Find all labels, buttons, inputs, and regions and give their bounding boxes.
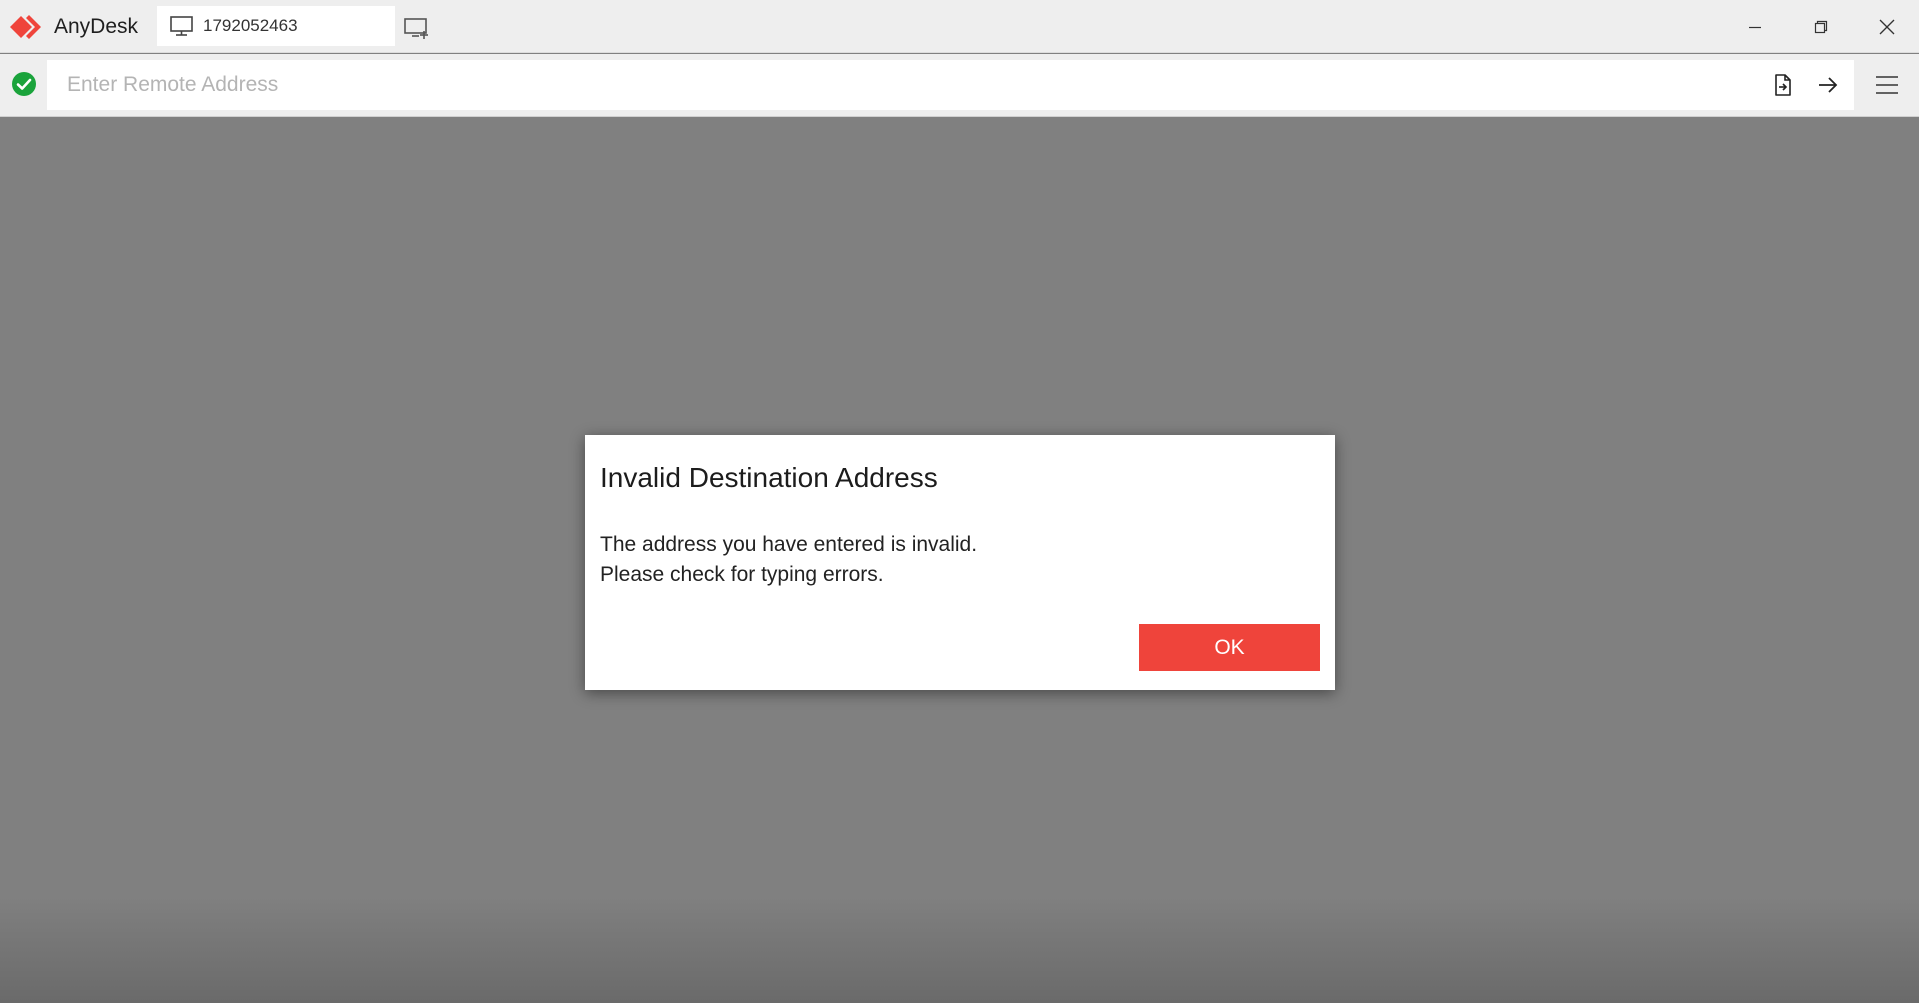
file-transfer-button[interactable] xyxy=(1765,67,1801,103)
close-icon xyxy=(1879,19,1895,34)
title-bar: AnyDesk 1792052463 xyxy=(0,0,1919,53)
session-tab[interactable]: 1792052463 xyxy=(157,6,395,46)
dialog-message-line-1: The address you have entered is invalid. xyxy=(600,533,978,556)
connect-button[interactable] xyxy=(1810,67,1846,103)
close-button[interactable] xyxy=(1854,0,1919,53)
ok-button[interactable]: OK xyxy=(1139,624,1320,671)
main-menu-button[interactable] xyxy=(1868,66,1906,104)
dialog-message: The address you have entered is invalid.… xyxy=(600,530,977,590)
invalid-address-dialog: Invalid Destination Address The address … xyxy=(585,435,1335,690)
app-name: AnyDesk xyxy=(54,14,139,38)
anydesk-logo-icon xyxy=(10,14,41,39)
monitor-icon xyxy=(170,16,193,36)
remote-address-input[interactable] xyxy=(47,60,1854,110)
dialog-message-line-2: Please check for typing errors. xyxy=(600,563,884,586)
minimize-button[interactable] xyxy=(1722,0,1788,53)
arrow-right-icon xyxy=(1819,77,1838,93)
new-session-icon xyxy=(404,18,428,39)
session-tab-id: 1792052463 xyxy=(203,16,298,35)
file-transfer-icon xyxy=(1775,74,1791,96)
hamburger-menu-icon xyxy=(1876,76,1898,94)
new-tab-button[interactable] xyxy=(401,13,433,43)
address-bar xyxy=(0,54,1919,117)
brand: AnyDesk xyxy=(10,0,138,53)
check-circle-icon xyxy=(12,72,36,96)
anydesk-window: AnyDesk 1792052463 Enter Remote Address … xyxy=(0,0,1919,1003)
minimize-icon xyxy=(1749,26,1761,28)
restore-icon xyxy=(1814,20,1828,33)
restore-button[interactable] xyxy=(1788,0,1854,53)
dialog-title: Invalid Destination Address xyxy=(600,462,938,493)
